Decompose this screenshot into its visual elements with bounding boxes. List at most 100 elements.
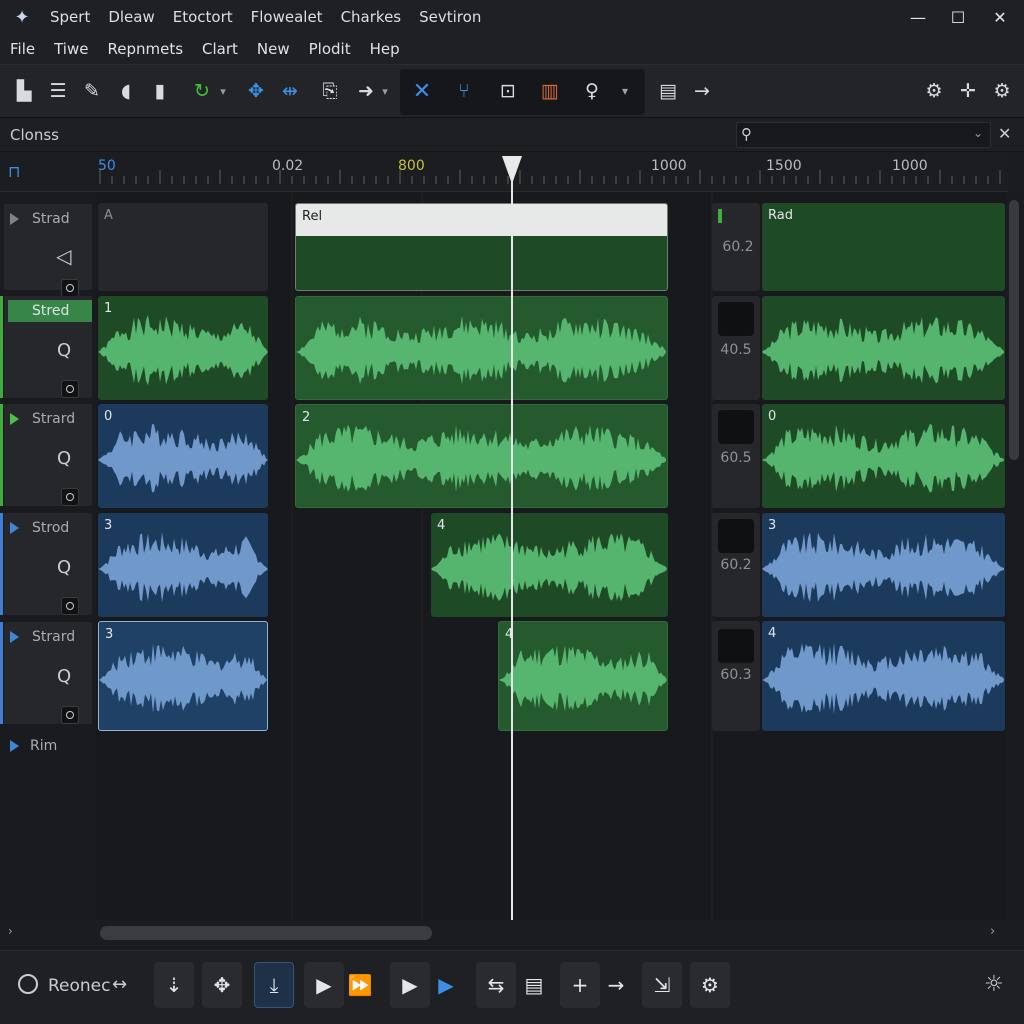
maximize-button[interactable]: ☐ <box>944 4 972 30</box>
timeline-ruler[interactable]: 50 0.02 800 1000 1500 1000 <box>96 152 1008 192</box>
chevron-down-icon[interactable]: ▾ <box>614 75 636 107</box>
close-button[interactable]: ✕ <box>986 4 1014 30</box>
vertical-scroll-thumb[interactable] <box>1009 200 1019 460</box>
clip[interactable]: 1 <box>98 296 268 400</box>
playhead[interactable] <box>511 160 513 922</box>
play-selection-button[interactable]: ▶ <box>426 962 466 1008</box>
move-icon[interactable]: ✥ <box>240 75 272 107</box>
track-header[interactable]: Strod Q <box>0 513 92 615</box>
menu-time[interactable]: Tiwe <box>54 40 88 58</box>
track-name[interactable]: Strod <box>8 517 92 539</box>
waveform-icon[interactable]: ▤ <box>652 75 684 107</box>
gear-icon[interactable]: ⚙ <box>918 75 950 107</box>
clip[interactable]: 4 <box>498 621 668 731</box>
cut-icon[interactable]: ✕ <box>406 75 438 107</box>
move-icon[interactable]: ✥ <box>202 962 242 1008</box>
record-arm-button[interactable] <box>61 279 79 297</box>
play-button[interactable]: ▶ <box>304 962 344 1008</box>
clip[interactable]: 4 <box>431 513 668 617</box>
title-item[interactable]: Dleaw <box>108 8 154 26</box>
speaker-icon[interactable]: ◁ <box>56 244 71 268</box>
list-icon[interactable]: ☰ <box>42 75 74 107</box>
search-icon[interactable]: Q <box>57 448 71 469</box>
track-header[interactable]: Rim <box>4 734 92 760</box>
clip[interactable]: 0 <box>762 404 1005 508</box>
link-icon[interactable]: ↔ <box>112 974 127 995</box>
settings-icon[interactable]: ⚙ <box>986 75 1018 107</box>
menu-help[interactable]: Hep <box>370 40 400 58</box>
record-arm-button[interactable] <box>61 706 79 724</box>
clip[interactable]: Rad <box>762 203 1005 291</box>
export-icon[interactable]: ⇲ <box>642 962 682 1008</box>
clip[interactable]: Rel <box>295 203 668 291</box>
menu-plodit[interactable]: Plodit <box>309 40 351 58</box>
search-icon[interactable]: Q <box>57 666 71 687</box>
track-name[interactable]: Rim <box>30 738 57 754</box>
edit-icon[interactable]: ✎ <box>76 75 108 107</box>
snap-icon[interactable]: ⤓ <box>254 962 294 1008</box>
menu-reports[interactable]: Repnmets <box>107 40 183 58</box>
menu-file[interactable]: File <box>10 40 35 58</box>
clip[interactable]: A <box>98 203 268 291</box>
record-icon[interactable]: ◖ <box>110 75 142 107</box>
playhead-handle[interactable] <box>502 156 522 184</box>
mixer-icon[interactable]: ▤ <box>514 962 554 1008</box>
crop-icon[interactable]: ⊡ <box>492 75 524 107</box>
fast-forward-button[interactable]: ⏩ <box>340 962 380 1008</box>
record-arm-button[interactable] <box>61 488 79 506</box>
split-down-icon[interactable]: ⇣ <box>154 962 194 1008</box>
record-icon[interactable] <box>18 974 38 994</box>
track-name[interactable]: Stred <box>8 300 92 322</box>
record-arm-button[interactable] <box>61 597 79 615</box>
record-arm-button[interactable] <box>61 380 79 398</box>
title-item[interactable]: Sevtiron <box>419 8 481 26</box>
arrow-right-icon[interactable]: → <box>686 75 718 107</box>
clip[interactable]: 2 <box>295 404 668 508</box>
branch-icon[interactable]: ⑂ <box>448 75 480 107</box>
track-header[interactable]: Strard Q <box>0 404 92 506</box>
clip[interactable]: 3 <box>762 513 1005 617</box>
search-icon[interactable]: Q <box>57 340 71 361</box>
add-button[interactable]: + <box>560 962 600 1008</box>
search-icon[interactable]: Q <box>57 557 71 578</box>
user-icon[interactable]: ♀ <box>576 75 608 107</box>
chevron-down-icon[interactable]: ▾ <box>376 75 394 107</box>
nudge-icon[interactable]: ⇹ <box>274 75 306 107</box>
title-item[interactable]: Flowealet <box>251 8 323 26</box>
meter-icon[interactable]: ▥ <box>534 75 566 107</box>
chevron-down-icon[interactable]: ⌄ <box>973 126 983 140</box>
brightness-icon[interactable]: ☼ <box>984 972 1004 997</box>
track-name[interactable]: Strad <box>8 208 92 230</box>
new-file-icon[interactable]: ▙ <box>8 75 40 107</box>
track-name[interactable]: Strard <box>8 626 92 648</box>
minimize-button[interactable]: — <box>904 4 932 30</box>
snap-icon[interactable]: ⊓ <box>8 162 20 181</box>
clip[interactable]: 0 <box>98 404 268 508</box>
crosshair-icon[interactable]: ✛ <box>952 75 984 107</box>
arrow-right-icon[interactable]: → <box>596 962 636 1008</box>
play-icon[interactable] <box>10 740 19 752</box>
play-button[interactable]: ▶ <box>390 962 430 1008</box>
title-item[interactable]: Charkes <box>341 8 402 26</box>
clip[interactable] <box>295 296 668 400</box>
track-header[interactable]: Strad ◁ <box>4 204 92 297</box>
close-icon[interactable]: ✕ <box>998 124 1011 143</box>
horizontal-scroll-thumb[interactable] <box>100 926 432 940</box>
clip[interactable] <box>762 296 1005 400</box>
split-icon[interactable]: ⎘ <box>314 75 346 107</box>
title-item[interactable]: Spert <box>50 8 90 26</box>
track-name[interactable]: Strard <box>8 408 92 430</box>
track-header[interactable]: Strard Q <box>0 622 92 724</box>
search-input[interactable]: ⚲ ⌄ <box>736 122 991 148</box>
clip[interactable]: 3 <box>98 513 268 617</box>
gear-icon[interactable]: ⚙ <box>690 962 730 1008</box>
title-item[interactable]: Etoctort <box>173 8 233 26</box>
menu-new[interactable]: New <box>257 40 290 58</box>
track-header[interactable]: Stred Q <box>0 296 92 398</box>
clip[interactable]: 4 <box>762 621 1005 731</box>
clipboard-icon[interactable]: ▮ <box>144 75 176 107</box>
menu-clart[interactable]: Clart <box>202 40 238 58</box>
collapse-icon[interactable]: › <box>8 924 13 938</box>
bounce-icon[interactable]: ⇆ <box>476 962 516 1008</box>
scroll-right-icon[interactable]: › <box>990 924 995 939</box>
